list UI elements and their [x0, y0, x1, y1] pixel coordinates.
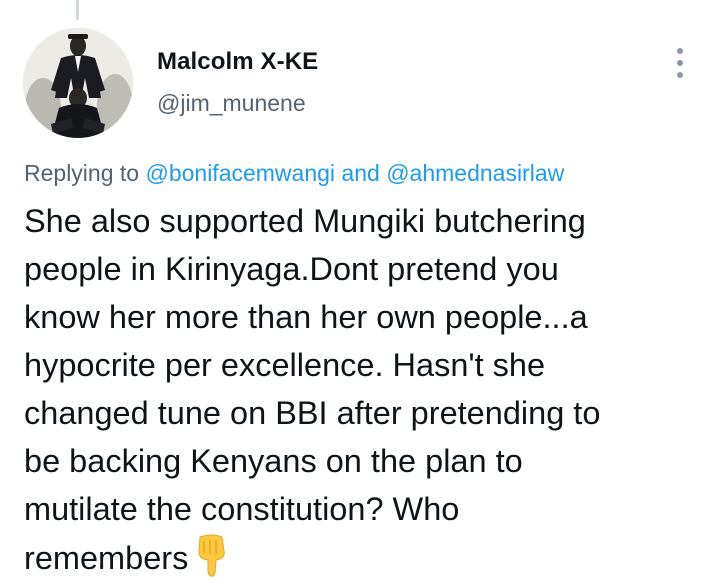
- author-display-name[interactable]: Malcolm X-KE: [157, 48, 318, 76]
- mention-link-ahmednasirlaw[interactable]: @ahmednasirlaw: [386, 160, 564, 186]
- avatar[interactable]: [23, 28, 133, 138]
- mention-joiner: and: [341, 160, 380, 186]
- author-handle[interactable]: @jim_munene: [157, 90, 306, 117]
- replying-to-label: Replying to: [24, 160, 140, 186]
- avatar-photo: [23, 28, 133, 138]
- tweet-text-line: people in Kirinyaga.Dont pretend you: [24, 251, 559, 287]
- more-dot: [677, 72, 683, 78]
- mention-link-bonifacemwangi[interactable]: @bonifacemwangi: [145, 160, 335, 186]
- more-dot: [677, 60, 683, 66]
- tweet-text-line: be backing Kenyans on the plan to: [24, 443, 523, 479]
- more-dot: [677, 48, 683, 54]
- tweet-text-line: know her more than her own people...a: [24, 299, 588, 335]
- tweet-text-line-last: remembers: [24, 533, 714, 582]
- tweet-text-line: She also supported Mungiki butchering: [24, 203, 586, 239]
- tweet-text-line: mutilate the constitution? Who: [24, 491, 460, 527]
- tweet-text-last-words: remembers: [24, 540, 189, 576]
- tweet-text-line: changed tune on BBI after pretending to: [24, 395, 601, 431]
- tweet-text: She also supported Mungiki butchering pe…: [24, 197, 714, 582]
- more-options-icon[interactable]: [666, 46, 694, 80]
- replying-to-line: Replying to @bonifacemwangi and @ahmedna…: [24, 160, 564, 187]
- tweet-text-line: hypocrite per excellence. Hasn't she: [24, 347, 546, 383]
- backhand-index-pointing-down-icon: [194, 533, 230, 577]
- thread-connector-line: [76, 0, 79, 20]
